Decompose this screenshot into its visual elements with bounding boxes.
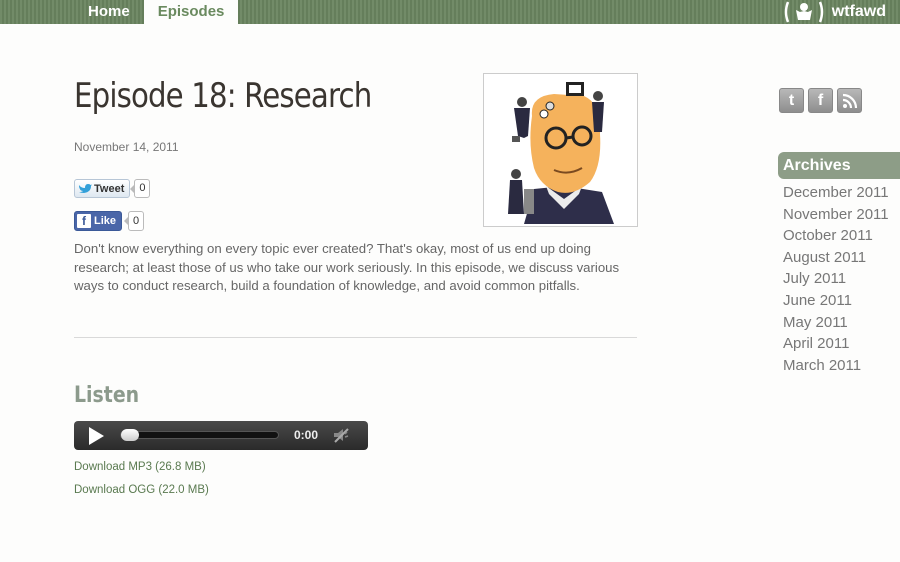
brand[interactable]: wtfawd bbox=[784, 0, 886, 24]
tweet-count: 0 bbox=[130, 179, 151, 198]
archive-link[interactable]: April 2011 bbox=[783, 333, 889, 355]
seek-bar[interactable] bbox=[120, 431, 279, 439]
archive-link[interactable]: November 2011 bbox=[783, 204, 889, 226]
like-button[interactable]: f Like bbox=[74, 211, 123, 231]
archive-link[interactable]: July 2011 bbox=[783, 268, 889, 290]
listen-heading: Listen bbox=[74, 383, 140, 408]
archive-link[interactable]: May 2011 bbox=[783, 312, 889, 334]
facebook-like-widget: f Like 0 bbox=[74, 211, 145, 231]
archives-heading: Archives bbox=[778, 152, 900, 179]
volume-muted-icon[interactable] bbox=[332, 426, 350, 444]
time-display: 0:00 bbox=[294, 428, 319, 442]
episode-illustration bbox=[483, 73, 638, 227]
audio-player: 0:00 bbox=[74, 421, 368, 450]
social-links: t f bbox=[779, 88, 862, 113]
episode-title: Episode 18: Research bbox=[74, 76, 372, 116]
archive-link[interactable]: October 2011 bbox=[783, 225, 889, 247]
nav-episodes-link[interactable]: Episodes bbox=[143, 0, 239, 24]
nav-home-link[interactable]: Home bbox=[74, 0, 144, 24]
brand-name: wtfawd bbox=[831, 3, 886, 20]
tweet-widget: Tweet 0 bbox=[74, 179, 151, 198]
episode-description: Don't know everything on every topic eve… bbox=[74, 241, 620, 293]
seek-handle[interactable] bbox=[121, 429, 139, 441]
facebook-icon[interactable]: f bbox=[808, 88, 833, 113]
top-bar: Home Episodes wtfawd bbox=[0, 0, 900, 24]
archive-link[interactable]: June 2011 bbox=[783, 290, 889, 312]
like-label: Like bbox=[94, 215, 117, 227]
archives-list: December 2011 November 2011 October 2011… bbox=[783, 182, 889, 376]
twitter-bird-icon bbox=[79, 184, 92, 193]
download-ogg-link[interactable]: Download OGG (22.0 MB) bbox=[74, 484, 209, 496]
divider bbox=[74, 337, 637, 338]
archive-link[interactable]: August 2011 bbox=[783, 247, 889, 269]
twitter-icon[interactable]: t bbox=[779, 88, 804, 113]
main-nav: Home Episodes bbox=[74, 0, 239, 24]
play-icon[interactable] bbox=[89, 427, 104, 445]
tweet-button[interactable]: Tweet bbox=[74, 179, 131, 198]
facebook-f-icon: f bbox=[77, 214, 91, 228]
episode-date: November 14, 2011 bbox=[74, 140, 179, 154]
archive-link[interactable]: March 2011 bbox=[783, 355, 889, 377]
rss-icon[interactable] bbox=[837, 88, 862, 113]
download-mp3-link[interactable]: Download MP3 (26.8 MB) bbox=[74, 461, 206, 473]
brand-logo-icon bbox=[784, 1, 824, 23]
research-illustration-image bbox=[484, 74, 637, 226]
archive-link[interactable]: December 2011 bbox=[783, 182, 889, 204]
tweet-label: Tweet bbox=[94, 182, 125, 195]
like-count: 0 bbox=[123, 211, 145, 231]
